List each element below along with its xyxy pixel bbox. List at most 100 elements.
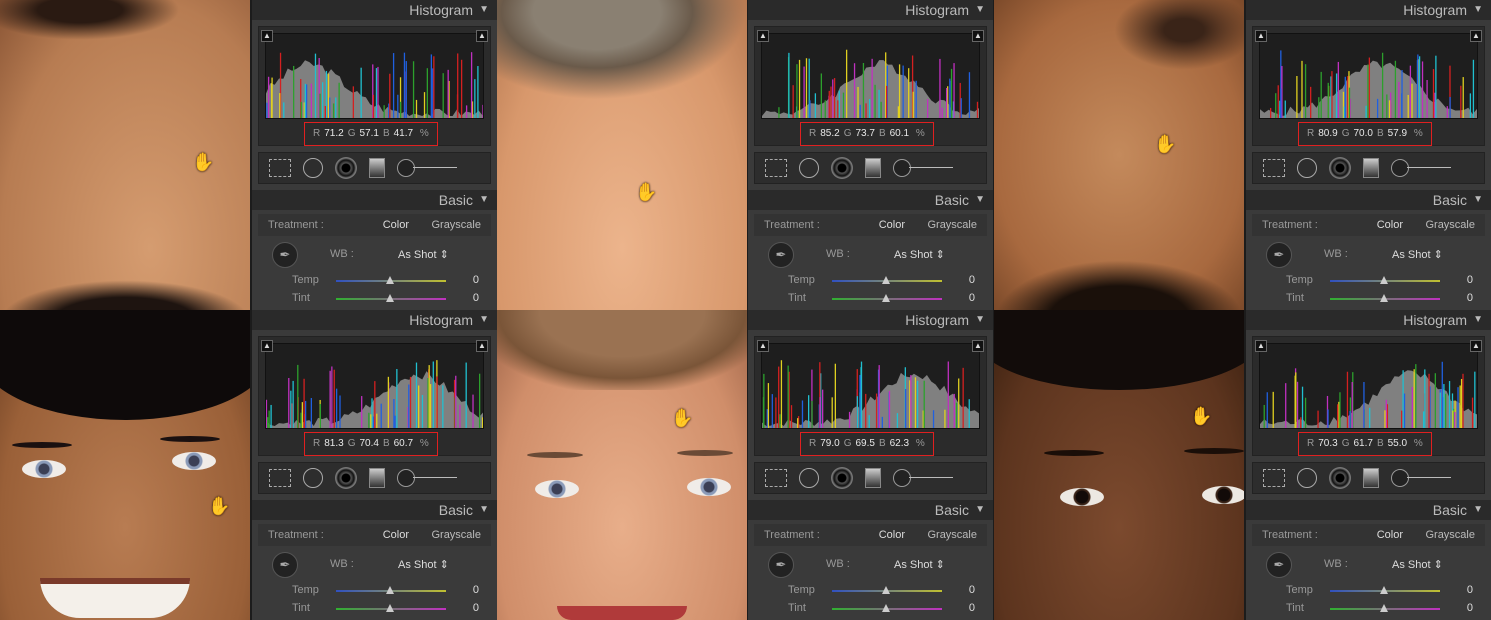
collapse-triangle-icon[interactable]: ▼ bbox=[975, 190, 985, 210]
tint-slider[interactable]: Tint 0 bbox=[754, 290, 987, 308]
spot-removal-icon[interactable] bbox=[799, 468, 819, 488]
histogram-header[interactable]: Histogram ▼ bbox=[1246, 0, 1491, 20]
treatment-grayscale-option[interactable]: Grayscale bbox=[1425, 524, 1475, 546]
tint-slider[interactable]: Tint 0 bbox=[258, 290, 491, 308]
collapse-triangle-icon[interactable]: ▼ bbox=[1473, 190, 1483, 210]
highlight-clipping-icon[interactable]: ▲ bbox=[476, 30, 488, 42]
basic-header[interactable]: Basic ▼ bbox=[1246, 190, 1491, 210]
collapse-triangle-icon[interactable]: ▼ bbox=[479, 190, 489, 210]
collapse-triangle-icon[interactable]: ▼ bbox=[975, 310, 985, 330]
temp-slider[interactable]: Temp 0 bbox=[1252, 582, 1485, 600]
temp-slider[interactable]: Temp 0 bbox=[258, 272, 491, 290]
graduated-filter-icon[interactable] bbox=[1363, 468, 1379, 488]
tint-value[interactable]: 0 bbox=[1467, 602, 1473, 614]
tint-value[interactable]: 0 bbox=[969, 292, 975, 304]
wb-select[interactable]: As Shot ⇕ bbox=[894, 248, 945, 261]
wb-select[interactable]: As Shot ⇕ bbox=[1392, 248, 1443, 261]
basic-header[interactable]: Basic ▼ bbox=[252, 190, 497, 210]
spot-removal-icon[interactable] bbox=[303, 158, 323, 178]
spot-removal-icon[interactable] bbox=[303, 468, 323, 488]
eyedropper-icon[interactable]: ✒ bbox=[768, 552, 794, 578]
adjustment-brush-icon[interactable] bbox=[893, 159, 953, 177]
treatment-grayscale-option[interactable]: Grayscale bbox=[927, 214, 977, 236]
treatment-color-option[interactable]: Color bbox=[879, 524, 905, 546]
highlight-clipping-icon[interactable]: ▲ bbox=[476, 340, 488, 352]
spot-removal-icon[interactable] bbox=[1297, 158, 1317, 178]
shadow-clipping-icon[interactable]: ▲ bbox=[757, 30, 769, 42]
red-eye-icon[interactable] bbox=[335, 157, 357, 179]
treatment-grayscale-option[interactable]: Grayscale bbox=[431, 524, 481, 546]
histogram-header[interactable]: Histogram ▼ bbox=[748, 0, 993, 20]
basic-header[interactable]: Basic ▼ bbox=[748, 500, 993, 520]
crop-overlay-icon[interactable] bbox=[269, 469, 291, 487]
eyedropper-icon[interactable]: ✒ bbox=[272, 242, 298, 268]
temp-value[interactable]: 0 bbox=[969, 274, 975, 286]
spot-removal-icon[interactable] bbox=[799, 158, 819, 178]
collapse-triangle-icon[interactable]: ▼ bbox=[1473, 0, 1483, 20]
crop-overlay-icon[interactable] bbox=[1263, 469, 1285, 487]
shadow-clipping-icon[interactable]: ▲ bbox=[1255, 340, 1267, 352]
tint-slider[interactable]: Tint 0 bbox=[1252, 290, 1485, 308]
crop-overlay-icon[interactable] bbox=[765, 469, 787, 487]
tint-value[interactable]: 0 bbox=[473, 292, 479, 304]
shadow-clipping-icon[interactable]: ▲ bbox=[261, 30, 273, 42]
collapse-triangle-icon[interactable]: ▼ bbox=[1473, 500, 1483, 520]
shadow-clipping-icon[interactable]: ▲ bbox=[1255, 30, 1267, 42]
graduated-filter-icon[interactable] bbox=[1363, 158, 1379, 178]
graduated-filter-icon[interactable] bbox=[865, 468, 881, 488]
collapse-triangle-icon[interactable]: ▼ bbox=[479, 310, 489, 330]
wb-select[interactable]: As Shot ⇕ bbox=[894, 558, 945, 571]
temp-slider[interactable]: Temp 0 bbox=[754, 582, 987, 600]
temp-slider[interactable]: Temp 0 bbox=[1252, 272, 1485, 290]
highlight-clipping-icon[interactable]: ▲ bbox=[972, 30, 984, 42]
basic-header[interactable]: Basic ▼ bbox=[252, 500, 497, 520]
collapse-triangle-icon[interactable]: ▼ bbox=[975, 500, 985, 520]
red-eye-icon[interactable] bbox=[1329, 157, 1351, 179]
tint-slider[interactable]: Tint 0 bbox=[1252, 600, 1485, 618]
crop-overlay-icon[interactable] bbox=[1263, 159, 1285, 177]
temp-slider[interactable]: Temp 0 bbox=[754, 272, 987, 290]
highlight-clipping-icon[interactable]: ▲ bbox=[1470, 30, 1482, 42]
treatment-color-option[interactable]: Color bbox=[1377, 524, 1403, 546]
red-eye-icon[interactable] bbox=[831, 467, 853, 489]
tint-value[interactable]: 0 bbox=[473, 602, 479, 614]
treatment-grayscale-option[interactable]: Grayscale bbox=[1425, 214, 1475, 236]
treatment-color-option[interactable]: Color bbox=[383, 524, 409, 546]
eyedropper-icon[interactable]: ✒ bbox=[768, 242, 794, 268]
collapse-triangle-icon[interactable]: ▼ bbox=[479, 500, 489, 520]
spot-removal-icon[interactable] bbox=[1297, 468, 1317, 488]
red-eye-icon[interactable] bbox=[335, 467, 357, 489]
graduated-filter-icon[interactable] bbox=[865, 158, 881, 178]
tint-slider[interactable]: Tint 0 bbox=[754, 600, 987, 618]
tint-value[interactable]: 0 bbox=[969, 602, 975, 614]
temp-value[interactable]: 0 bbox=[473, 584, 479, 596]
temp-value[interactable]: 0 bbox=[473, 274, 479, 286]
collapse-triangle-icon[interactable]: ▼ bbox=[479, 0, 489, 20]
histogram-header[interactable]: Histogram ▼ bbox=[748, 310, 993, 330]
shadow-clipping-icon[interactable]: ▲ bbox=[261, 340, 273, 352]
basic-header[interactable]: Basic ▼ bbox=[1246, 500, 1491, 520]
graduated-filter-icon[interactable] bbox=[369, 468, 385, 488]
treatment-color-option[interactable]: Color bbox=[383, 214, 409, 236]
basic-header[interactable]: Basic ▼ bbox=[748, 190, 993, 210]
temp-value[interactable]: 0 bbox=[969, 584, 975, 596]
wb-select[interactable]: As Shot ⇕ bbox=[398, 248, 449, 261]
adjustment-brush-icon[interactable] bbox=[893, 469, 953, 487]
crop-overlay-icon[interactable] bbox=[269, 159, 291, 177]
collapse-triangle-icon[interactable]: ▼ bbox=[1473, 310, 1483, 330]
tint-slider[interactable]: Tint 0 bbox=[258, 600, 491, 618]
red-eye-icon[interactable] bbox=[1329, 467, 1351, 489]
histogram-header[interactable]: Histogram ▼ bbox=[1246, 310, 1491, 330]
tint-value[interactable]: 0 bbox=[1467, 292, 1473, 304]
eyedropper-icon[interactable]: ✒ bbox=[272, 552, 298, 578]
adjustment-brush-icon[interactable] bbox=[1391, 159, 1451, 177]
highlight-clipping-icon[interactable]: ▲ bbox=[1470, 340, 1482, 352]
temp-value[interactable]: 0 bbox=[1467, 274, 1473, 286]
eyedropper-icon[interactable]: ✒ bbox=[1266, 552, 1292, 578]
treatment-grayscale-option[interactable]: Grayscale bbox=[431, 214, 481, 236]
collapse-triangle-icon[interactable]: ▼ bbox=[975, 0, 985, 20]
histogram-header[interactable]: Histogram ▼ bbox=[252, 0, 497, 20]
histogram-header[interactable]: Histogram ▼ bbox=[252, 310, 497, 330]
treatment-color-option[interactable]: Color bbox=[879, 214, 905, 236]
wb-select[interactable]: As Shot ⇕ bbox=[398, 558, 449, 571]
